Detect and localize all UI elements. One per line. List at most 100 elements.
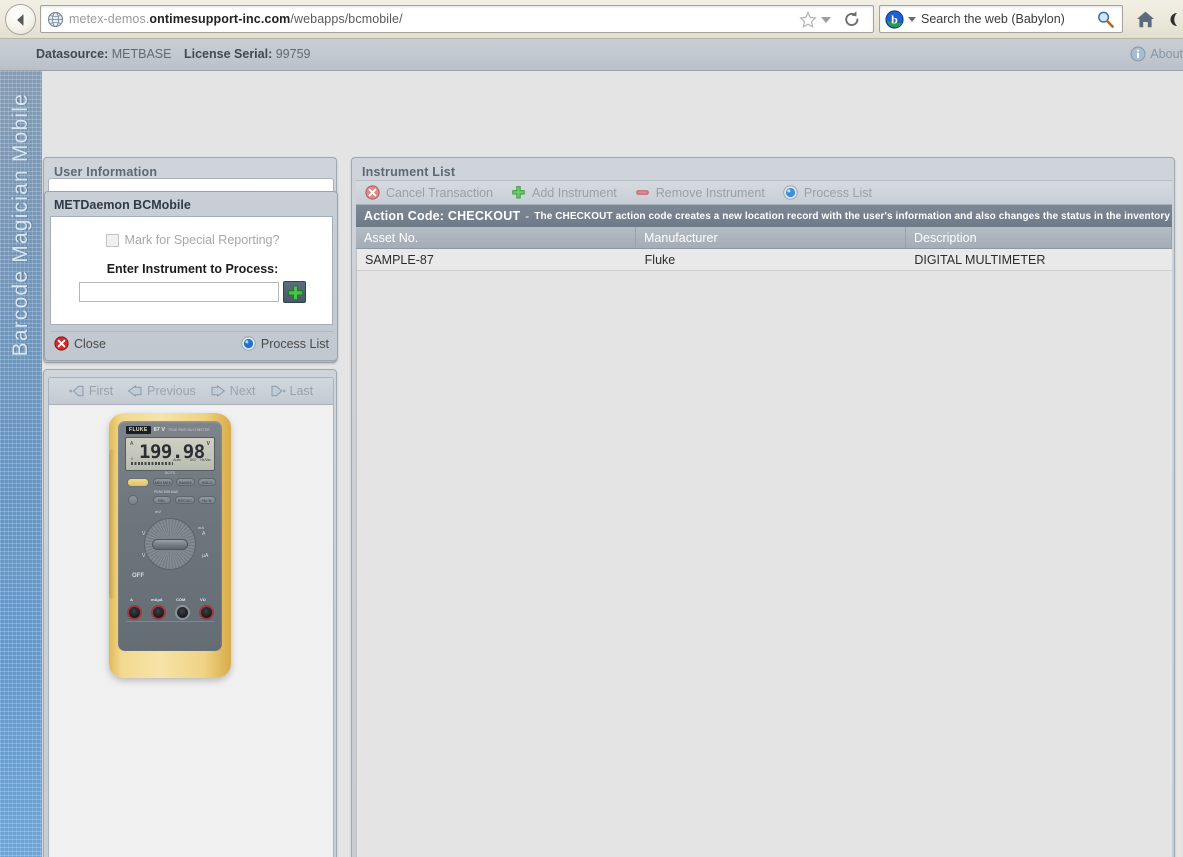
process-list-toolbar-button[interactable]: Process List xyxy=(783,185,872,200)
jack-com xyxy=(175,605,190,620)
close-label: Close xyxy=(74,337,106,351)
search-box[interactable]: b Search the web (Babylon) xyxy=(879,5,1123,33)
lcd-hz: Hz/Vac xyxy=(200,458,211,462)
recac-button: REC/AC xyxy=(175,496,195,504)
magnifier-icon[interactable] xyxy=(1096,10,1115,29)
range-button: RANGE xyxy=(176,478,195,486)
bcmobile-card-title: METDaemon BCMobile xyxy=(45,192,337,212)
image-nav-toolbar: First Previous xyxy=(49,378,333,405)
cell-description: DIGITAL MULTIMETER xyxy=(906,249,1172,270)
nav-last-label: Last xyxy=(290,384,314,398)
process-gear-icon xyxy=(241,336,256,351)
column-header-asset-no[interactable]: Asset No. xyxy=(356,227,636,248)
bcmobile-card-footer: Close Process List xyxy=(50,331,333,355)
bcmobile-card-body: Mark for Special Reporting? Enter Instru… xyxy=(50,216,333,325)
process-list-toolbar-label: Process List xyxy=(804,186,872,200)
dial-mark-ua: µA xyxy=(202,553,208,559)
user-information-panel: User Information METDaemon BCMobile Mark… xyxy=(43,157,337,363)
instrument-list-panel: Instrument List Cancel Transaction xyxy=(351,157,1175,857)
home-icon[interactable] xyxy=(1136,10,1155,29)
app-root: metex-demos.ontimesupport-inc.com/webapp… xyxy=(0,0,1183,857)
cancel-icon xyxy=(365,185,380,200)
url-text: metex-demos.ontimesupport-inc.com/webapp… xyxy=(69,12,403,26)
process-gear-icon xyxy=(783,185,798,200)
image-viewer-panel: First Previous xyxy=(43,369,337,857)
holster-notch xyxy=(109,449,115,599)
brand-model: 87 V xyxy=(154,427,165,433)
nav-next-button[interactable]: Next xyxy=(210,384,256,398)
url-path: /webapps/bcmobile/ xyxy=(290,12,402,26)
app-header-bar: Datasource: METBASE License Serial: 9975… xyxy=(0,39,1183,71)
svg-text:b: b xyxy=(891,13,898,27)
remove-instrument-button[interactable]: Remove Instrument xyxy=(635,185,765,200)
nav-first-button[interactable]: First xyxy=(69,384,113,398)
action-code-banner: Action Code: CHECKOUT - The CHECKOUT act… xyxy=(356,205,1172,227)
license-serial-field: License Serial: 99759 xyxy=(184,47,311,61)
cell-manufacturer: Fluke xyxy=(637,249,907,270)
process-list-button[interactable]: Process List xyxy=(241,336,329,351)
multimeter-brand-row: FLUKE 87 V TRUE RMS MULTIMETER xyxy=(126,426,214,434)
instrument-list-toolbar: Cancel Transaction Add Instrument xyxy=(356,180,1172,205)
enter-instrument-input[interactable] xyxy=(79,282,279,302)
license-value: 99759 xyxy=(276,47,311,61)
chevron-down-icon[interactable] xyxy=(821,17,831,23)
extension-icon[interactable] xyxy=(1167,9,1183,30)
special-reporting-label: Mark for Special Reporting? xyxy=(125,233,280,247)
reload-icon[interactable] xyxy=(843,10,861,29)
first-arrow-icon xyxy=(69,385,85,397)
nav-next-label: Next xyxy=(230,384,256,398)
remove-instrument-label: Remove Instrument xyxy=(656,186,765,200)
special-reporting-row[interactable]: Mark for Special Reporting? xyxy=(51,233,334,247)
add-instrument-button[interactable] xyxy=(283,281,306,303)
brand-logo: FLUKE xyxy=(126,426,151,434)
special-reporting-checkbox[interactable] xyxy=(106,234,119,247)
datasource-value: METBASE xyxy=(112,47,172,61)
nav-last-button[interactable]: Last xyxy=(270,384,314,398)
babylon-search-icon[interactable]: b xyxy=(885,10,904,29)
lcd-display: A V 199.98 0 Auto 600 Hz/Vac xyxy=(125,437,215,471)
table-row[interactable]: SAMPLE-87 Fluke DIGITAL MULTIMETER xyxy=(357,249,1172,271)
dial-mark-a: A xyxy=(202,531,205,537)
url-prefix: metex-demos. xyxy=(69,12,149,26)
next-arrow-icon xyxy=(210,385,226,397)
image-canvas: FLUKE 87 V TRUE RMS MULTIMETER A V 199.9… xyxy=(49,405,333,857)
dial-off-label: OFF xyxy=(132,573,144,579)
column-header-description[interactable]: Description xyxy=(906,227,1172,248)
lcd-scale-zero: 0 xyxy=(131,457,133,461)
jack-label-vohm: VΩ xyxy=(200,597,206,602)
bcmobile-card: METDaemon BCMobile Mark for Special Repo… xyxy=(44,191,338,361)
add-instrument-toolbar-button[interactable]: Add Instrument xyxy=(511,185,617,200)
multimeter-faceplate: FLUKE 87 V TRUE RMS MULTIMETER A V 199.9… xyxy=(118,421,222,651)
bookmark-star-icon[interactable] xyxy=(799,11,817,29)
column-header-manufacturer[interactable]: Manufacturer xyxy=(636,227,906,248)
user-information-title: User Information xyxy=(44,158,336,179)
backlight-button xyxy=(127,478,149,487)
cancel-transaction-button[interactable]: Cancel Transaction xyxy=(365,185,493,200)
cell-asset-no: SAMPLE-87 xyxy=(357,249,637,270)
action-code-label: Action Code: CHECKOUT xyxy=(364,209,520,223)
address-bar[interactable]: metex-demos.ontimesupport-inc.com/webapp… xyxy=(40,5,874,33)
close-button[interactable]: Close xyxy=(54,336,106,351)
globe-icon xyxy=(47,11,64,28)
rel-button: REL xyxy=(153,496,171,504)
jack-a xyxy=(127,605,142,620)
search-input[interactable]: Search the web (Babylon) xyxy=(921,12,1065,26)
back-button[interactable] xyxy=(5,4,36,35)
left-rail: Barcode Magician Mobile xyxy=(0,71,42,857)
back-arrow-icon xyxy=(13,12,29,28)
lcd-auto: Auto xyxy=(173,458,181,462)
power-button xyxy=(128,495,138,505)
about-link[interactable]: About xyxy=(1130,46,1183,62)
chevron-down-icon[interactable] xyxy=(908,17,916,22)
datasource-label: Datasource: xyxy=(36,47,108,61)
last-arrow-icon xyxy=(270,385,286,397)
minus-icon xyxy=(635,185,650,200)
jack-ma xyxy=(151,605,166,620)
dial-mark-ma: mA xyxy=(198,525,204,530)
dial-label-dcts: DC/TS xyxy=(165,471,175,475)
nav-previous-button[interactable]: Previous xyxy=(127,384,196,398)
image-viewer-body: First Previous xyxy=(48,377,334,857)
jack-label-a: A xyxy=(130,597,133,602)
instrument-grid-body: SAMPLE-87 Fluke DIGITAL MULTIMETER xyxy=(356,249,1172,857)
info-icon xyxy=(1130,46,1146,62)
